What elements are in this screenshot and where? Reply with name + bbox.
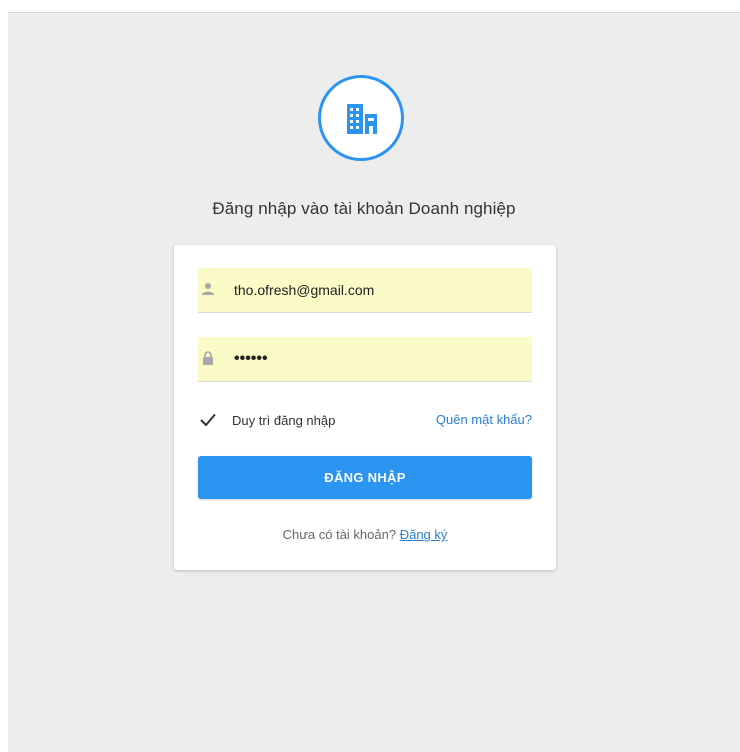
forgot-password-link[interactable]: Quên mật khẩu? <box>436 412 532 427</box>
page-background: Đăng nhập vào tài khoản Doanh nghiệp Duy… <box>8 12 740 752</box>
signup-prompt: Chưa có tài khoản? <box>282 527 397 542</box>
checkmark-icon <box>200 414 216 426</box>
building-icon <box>347 104 377 134</box>
page-title: Đăng nhập vào tài khoản Doanh nghiệp <box>212 199 516 218</box>
signup-link[interactable]: Đăng ký <box>400 527 448 542</box>
signup-row: Chưa có tài khoản? Đăng ký <box>174 527 556 542</box>
lock-icon <box>203 351 213 365</box>
password-input[interactable] <box>234 337 524 381</box>
email-field-wrapper <box>198 268 532 313</box>
company-logo <box>318 75 404 161</box>
email-input[interactable] <box>234 268 524 312</box>
remember-me-label: Duy trì đăng nhập <box>232 413 336 428</box>
login-card: Duy trì đăng nhập Quên mật khẩu? ĐĂNG NH… <box>174 245 556 570</box>
login-button[interactable]: ĐĂNG NHẬP <box>198 456 532 499</box>
password-field-wrapper <box>198 337 532 382</box>
user-icon <box>202 283 214 295</box>
